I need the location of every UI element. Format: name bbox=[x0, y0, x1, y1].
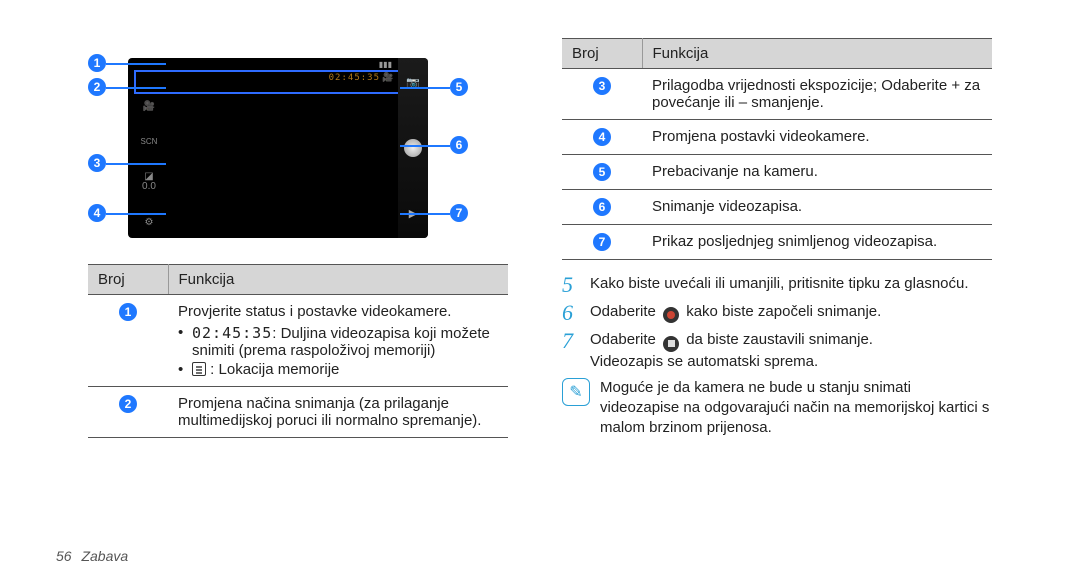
page-footer: 56 Zabava bbox=[56, 548, 128, 564]
two-columns: ▮▮▮ 02:45:35 🎥 🎥 SCN ◪0.0 ⚙ 📷 ▶ bbox=[88, 38, 1020, 439]
memory-card-icon bbox=[192, 362, 206, 376]
callout-6: 6 bbox=[450, 136, 468, 154]
row-text: Prikaz posljednjeg snimljenog videozapis… bbox=[642, 225, 992, 260]
step-pretext: Odaberite bbox=[590, 331, 656, 348]
row-badge: 6 bbox=[593, 198, 611, 216]
info-note: ✎ Moguće je da kamera ne bude u stanju s… bbox=[562, 378, 992, 439]
left-function-table: Broj Funkcija 1 Provjerite status i post… bbox=[88, 264, 508, 438]
table-header-function: Funkcija bbox=[642, 39, 992, 69]
leader-line bbox=[106, 163, 166, 165]
row-text: Promjena načina snimanja (za prilaganje … bbox=[178, 395, 481, 429]
left-column: ▮▮▮ 02:45:35 🎥 🎥 SCN ◪0.0 ⚙ 📷 ▶ bbox=[88, 38, 508, 439]
table-row: 6 Snimanje videozapisa. bbox=[562, 190, 992, 225]
row-badge: 1 bbox=[119, 303, 137, 321]
row-badge: 3 bbox=[593, 77, 611, 95]
step-6: 6 Odaberite kako biste započeli snimanje… bbox=[562, 302, 992, 324]
row-text: Prebacivanje na kameru. bbox=[642, 155, 992, 190]
row-function-cell: Promjena načina snimanja (za prilaganje … bbox=[168, 387, 508, 438]
row-badge: 5 bbox=[593, 163, 611, 181]
callout-1: 1 bbox=[88, 54, 106, 72]
right-column: Broj Funkcija 3 Prilagodba vrijednosti ek… bbox=[562, 38, 992, 439]
row-badge: 2 bbox=[119, 395, 137, 413]
step-text: Kako biste uvećali ili umanjili, pritisn… bbox=[590, 274, 969, 294]
row-function-cell: Provjerite status i postavke videokamere… bbox=[168, 295, 508, 387]
step-pretext: Odaberite bbox=[590, 303, 656, 320]
step-posttext: kako biste započeli snimanje. bbox=[686, 303, 881, 320]
step-7: 7 Odaberite da biste zaustavili snimanje… bbox=[562, 330, 992, 372]
right-function-table: Broj Funkcija 3 Prilagodba vrijednosti ek… bbox=[562, 38, 992, 260]
signal-icon: ▮▮▮ bbox=[379, 60, 392, 69]
callout-5: 5 bbox=[450, 78, 468, 96]
leader-line bbox=[106, 213, 166, 215]
leader-line bbox=[400, 213, 450, 215]
record-button-icon bbox=[404, 139, 422, 157]
callout-3: 3 bbox=[88, 154, 106, 172]
step-extra-text: Videozapis se automatski sprema. bbox=[590, 353, 818, 370]
note-icon: ✎ bbox=[562, 378, 590, 406]
camera-viewfinder-figure: ▮▮▮ 02:45:35 🎥 🎥 SCN ◪0.0 ⚙ 📷 ▶ bbox=[128, 58, 428, 238]
callout-4: 4 bbox=[88, 204, 106, 222]
timecode-sample: 02:45:35 bbox=[192, 324, 272, 342]
table-header-function: Funkcija bbox=[168, 265, 508, 295]
step-number: 7 bbox=[562, 330, 580, 352]
row-text: Provjerite status i postavke videokamere… bbox=[178, 303, 451, 320]
table-row: 5 Prebacivanje na kameru. bbox=[562, 155, 992, 190]
table-header-number: Broj bbox=[88, 265, 168, 295]
table-header-number: Broj bbox=[562, 39, 642, 69]
row-badge: 4 bbox=[593, 128, 611, 146]
step-posttext: da biste zaustavili snimanje. bbox=[686, 331, 873, 348]
mode-icon: 🎥 bbox=[143, 102, 155, 112]
callout-7: 7 bbox=[450, 204, 468, 222]
step-number: 5 bbox=[562, 274, 580, 296]
settings-icon: ⚙ bbox=[145, 218, 154, 228]
stop-icon bbox=[663, 336, 679, 352]
list-item-text: : Lokacija memorije bbox=[210, 361, 339, 378]
list-item: : Lokacija memorije bbox=[178, 361, 498, 378]
step-text: Odaberite da biste zaustavili snimanje. … bbox=[590, 330, 873, 372]
leader-line bbox=[106, 63, 166, 65]
list-item: 02:45:35: Duljina videozapisa koji možet… bbox=[178, 324, 498, 359]
row-text: Snimanje videozapisa. bbox=[642, 190, 992, 225]
row-badge: 7 bbox=[593, 233, 611, 251]
doc-page: ▮▮▮ 02:45:35 🎥 🎥 SCN ◪0.0 ⚙ 📷 ▶ bbox=[0, 0, 1080, 586]
table-row: 7 Prikaz posljednjeg snimljenog videozapi… bbox=[562, 225, 992, 260]
viewfinder-timecode: 02:45:35 bbox=[329, 73, 380, 83]
row-text: Prilagodba vrijednosti ekspozicije; Odab… bbox=[642, 69, 992, 120]
callout-2: 2 bbox=[88, 78, 106, 96]
leader-line bbox=[400, 87, 450, 89]
exposure-icon: ◪0.0 bbox=[142, 172, 156, 192]
section-name: Zabava bbox=[81, 548, 128, 564]
viewfinder-right-controls: 📷 ▶ bbox=[398, 58, 428, 238]
scene-icon: SCN bbox=[141, 138, 158, 146]
step-5: 5 Kako biste uvećali ili umanjili, priti… bbox=[562, 274, 992, 296]
table-row: 4 Promjena postavki videokamere. bbox=[562, 120, 992, 155]
step-number: 6 bbox=[562, 302, 580, 324]
table-row: 2 Promjena načina snimanja (za prilaganj… bbox=[88, 387, 508, 438]
page-number: 56 bbox=[56, 548, 72, 564]
leader-line bbox=[106, 87, 166, 89]
camcorder-mode-icon: 🎥 bbox=[382, 72, 392, 82]
table-row: 3 Prilagodba vrijednosti ekspozicije; Oda… bbox=[562, 69, 992, 120]
bullet-list: 02:45:35: Duljina videozapisa koji možet… bbox=[178, 324, 498, 378]
instruction-steps: 5 Kako biste uvećali ili umanjili, priti… bbox=[562, 274, 992, 439]
note-text: Moguće je da kamera ne bude u stanju sni… bbox=[600, 378, 992, 439]
record-icon bbox=[663, 307, 679, 323]
step-text: Odaberite kako biste započeli snimanje. bbox=[590, 302, 881, 323]
viewfinder-left-controls: 🎥 SCN ◪0.0 ⚙ bbox=[134, 98, 164, 232]
viewfinder: ▮▮▮ 02:45:35 🎥 🎥 SCN ◪0.0 ⚙ 📷 ▶ bbox=[128, 58, 428, 238]
leader-line bbox=[400, 145, 450, 147]
table-row: 1 Provjerite status i postavke videokame… bbox=[88, 295, 508, 387]
row-text: Promjena postavki videokamere. bbox=[642, 120, 992, 155]
